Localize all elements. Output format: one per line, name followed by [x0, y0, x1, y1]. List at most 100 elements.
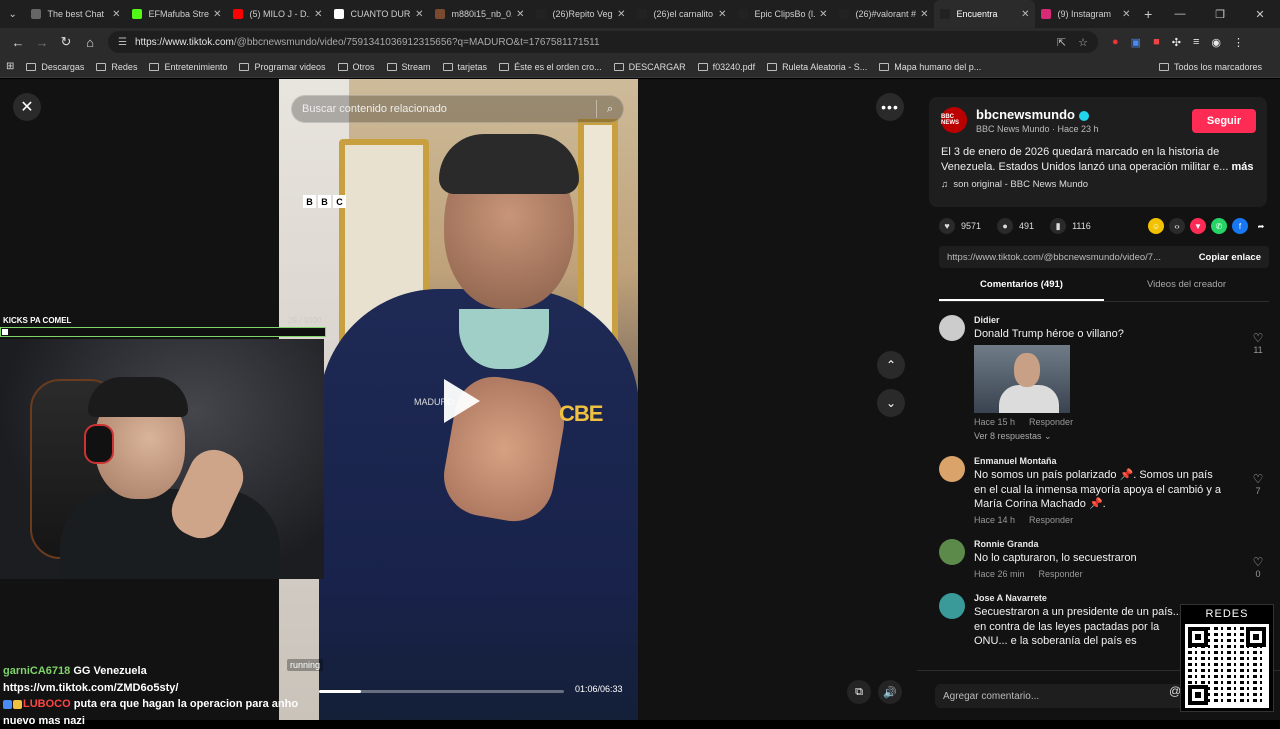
close-video-button[interactable]: ✕: [13, 93, 41, 121]
video-player[interactable]: BBC MADURO CBE Buscar contenido relacion…: [279, 79, 638, 720]
comment-like-button[interactable]: ♡ 11: [1247, 331, 1269, 355]
apps-icon[interactable]: ⊞: [6, 61, 14, 72]
bookmark-item[interactable]: Mapa humano del p...: [879, 62, 981, 72]
menu-icon[interactable]: ⋮: [1233, 36, 1244, 49]
facebook-icon[interactable]: f: [1232, 218, 1248, 234]
share-arrow-icon[interactable]: ➦: [1253, 218, 1269, 234]
tab-close-icon[interactable]: ✕: [617, 9, 625, 20]
sound-link[interactable]: ♫ son original - BBC News Mundo: [941, 179, 1088, 190]
reply-button[interactable]: Responder: [1039, 569, 1083, 579]
next-video-button[interactable]: ⌄: [877, 389, 905, 417]
home-button[interactable]: ⌂: [78, 35, 102, 50]
related-search-input[interactable]: Buscar contenido relacionado ⌕: [291, 95, 624, 123]
minimize-button[interactable]: —: [1160, 8, 1200, 21]
extension-kick-icon[interactable]: ■: [1153, 36, 1160, 49]
tab-close-icon[interactable]: ✕: [213, 9, 221, 20]
video-progress-bar[interactable]: [319, 690, 564, 693]
commenter-avatar[interactable]: [939, 315, 965, 341]
volume-icon[interactable]: 🔊: [878, 680, 902, 704]
commenter-avatar[interactable]: [939, 593, 965, 620]
commenter-name[interactable]: Ronnie Granda: [974, 539, 1269, 549]
play-icon[interactable]: [444, 379, 480, 423]
browser-tab[interactable]: (5) MILO J - D... ✕: [227, 0, 328, 28]
tab-search-button[interactable]: ⌄: [0, 0, 25, 28]
puzzle-icon[interactable]: ✣: [1172, 36, 1181, 49]
comment-image[interactable]: [974, 345, 1070, 414]
browser-tab[interactable]: Epic ClipsBo (l... ✕: [732, 0, 833, 28]
bookmark-star-icon[interactable]: ☆: [1078, 36, 1088, 49]
bookmark-item[interactable]: f03240.pdf: [697, 62, 755, 72]
media-icon[interactable]: ≡: [1193, 36, 1199, 49]
comment-like-button[interactable]: ♡ 0: [1247, 555, 1269, 579]
browser-tab[interactable]: EFMafuba Strea ✕: [126, 0, 227, 28]
tab-close-icon[interactable]: ✕: [1122, 9, 1130, 20]
commenter-avatar[interactable]: [939, 539, 965, 566]
copy-link-button[interactable]: Copiar enlace: [1199, 252, 1261, 263]
new-tab-button[interactable]: +: [1136, 6, 1160, 22]
bookmark-item[interactable]: Éste es el orden cro...: [499, 62, 602, 72]
address-bar[interactable]: ☰ https://www.tiktok.com/@bbcnewsmundo/v…: [108, 31, 1098, 53]
browser-tab[interactable]: CUANTO DUR... ✕: [328, 0, 429, 28]
browser-tab[interactable]: The best Chat ✕: [25, 0, 126, 28]
all-bookmarks[interactable]: Todos los marcadores: [1158, 62, 1262, 72]
bookmark-item[interactable]: Otros: [337, 62, 375, 72]
install-icon[interactable]: ⇱: [1057, 36, 1066, 49]
bookmark-item[interactable]: Programar videos: [239, 62, 326, 72]
tab-comments[interactable]: Comentarios (491): [939, 279, 1104, 301]
commenter-avatar[interactable]: [939, 456, 965, 483]
video-link-field[interactable]: https://www.tiktok.com/@bbcnewsmundo/vid…: [939, 246, 1269, 268]
more-options-button[interactable]: •••: [876, 93, 904, 121]
commenter-name[interactable]: Enmanuel Montaña: [974, 456, 1269, 466]
author-name[interactable]: bbcnewsmundo: [976, 107, 1089, 122]
comment-like-button[interactable]: ♡ 7: [1247, 472, 1269, 496]
commenter-name[interactable]: Didier: [974, 315, 1269, 325]
bookmark-item[interactable]: Ruleta Aleatoria - S...: [767, 62, 867, 72]
reload-button[interactable]: ↻: [54, 34, 78, 50]
like-button[interactable]: ♥ 9571: [939, 218, 981, 234]
add-comment-input[interactable]: Agregar comentario...: [935, 684, 1185, 708]
maximize-button[interactable]: ❐: [1200, 8, 1240, 21]
repost-icon[interactable]: ☺: [1148, 218, 1164, 234]
embed-icon[interactable]: ‹›: [1169, 218, 1185, 234]
browser-tab[interactable]: (26)#valorant #...✕: [833, 0, 934, 28]
search-icon[interactable]: ⌕: [607, 103, 613, 116]
tab-close-icon[interactable]: ✕: [1021, 9, 1029, 20]
previous-video-button[interactable]: ⌃: [877, 351, 905, 379]
close-window-button[interactable]: ✕: [1240, 8, 1280, 21]
send-icon[interactable]: ▼: [1190, 218, 1206, 234]
site-info-icon[interactable]: ☰: [118, 37, 127, 48]
profile-icon[interactable]: ◉: [1211, 36, 1221, 49]
bookmark-item[interactable]: Entretenimiento: [149, 62, 227, 72]
browser-tab[interactable]: m880i15_nb_0... ✕: [429, 0, 530, 28]
bookmark-item[interactable]: DESCARGAR: [613, 62, 686, 72]
follow-button[interactable]: Seguir: [1192, 109, 1256, 133]
extension-red-icon[interactable]: ●: [1112, 36, 1119, 49]
tab-close-icon[interactable]: ✕: [516, 9, 524, 20]
tab-close-icon[interactable]: ✕: [819, 9, 827, 20]
view-replies-button[interactable]: Ver 8 respuestas ⌄: [974, 431, 1269, 442]
bookmark-item[interactable]: Descargas: [26, 62, 84, 72]
more-link[interactable]: más: [1231, 161, 1253, 173]
tab-creator-videos[interactable]: Videos del creador: [1104, 279, 1269, 301]
back-button[interactable]: ←: [6, 35, 30, 50]
bookmark-item[interactable]: Stream: [386, 62, 431, 72]
tab-close-icon[interactable]: ✕: [415, 9, 423, 20]
tab-close-icon[interactable]: ✕: [920, 9, 928, 20]
author-avatar[interactable]: BBC NEWS: [941, 107, 967, 133]
browser-tab[interactable]: (26)Repito Veg... ✕: [530, 0, 631, 28]
tab-close-icon[interactable]: ✕: [112, 9, 120, 20]
bookmark-item[interactable]: Redes: [96, 62, 137, 72]
reply-button[interactable]: Responder: [1029, 515, 1073, 525]
translate-icon[interactable]: ▣: [1131, 36, 1141, 49]
browser-tab[interactable]: (9) Instagram ✕: [1035, 0, 1136, 28]
picture-in-picture-icon[interactable]: ⧉: [847, 680, 871, 704]
forward-button[interactable]: →: [30, 35, 54, 50]
tab-close-icon[interactable]: ✕: [314, 9, 322, 20]
comment-button[interactable]: ● 491: [997, 218, 1034, 234]
tab-close-icon[interactable]: ✕: [718, 9, 726, 20]
browser-tab[interactable]: (26)el carnalito ✕: [631, 0, 732, 28]
reply-button[interactable]: Responder: [1029, 417, 1073, 427]
commenter-name[interactable]: Jose A Navarrete: [974, 593, 1269, 603]
browser-tab[interactable]: Encuentra ✕: [934, 0, 1036, 28]
bookmark-item[interactable]: tarjetas: [442, 62, 487, 72]
